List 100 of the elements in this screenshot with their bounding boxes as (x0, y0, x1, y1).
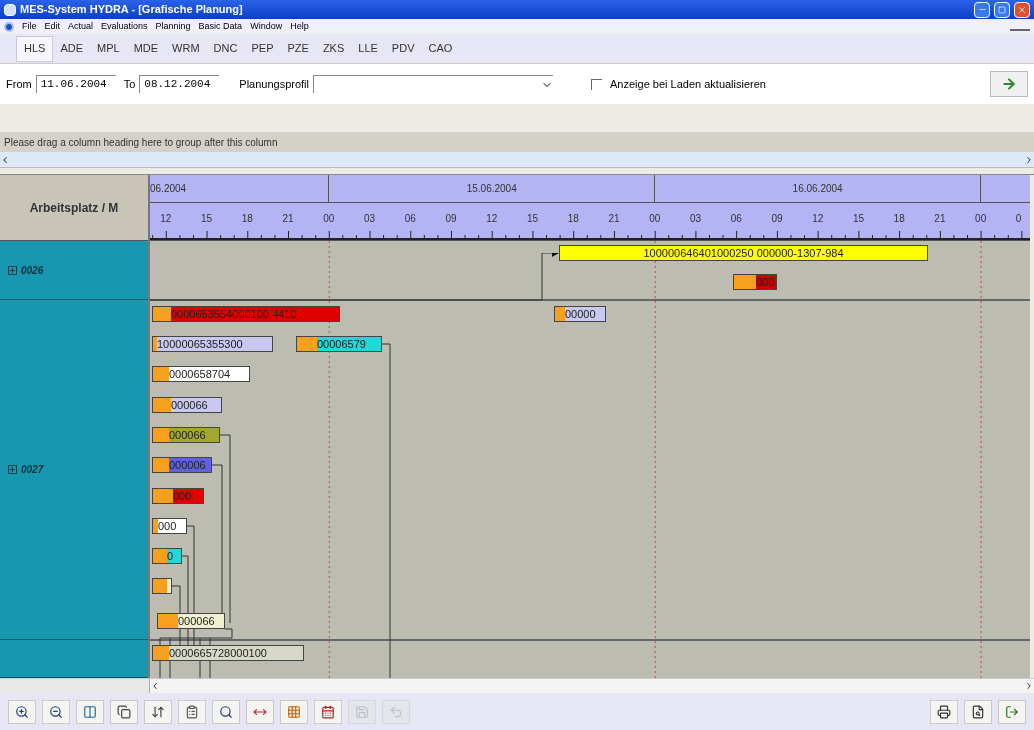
horizontal-scrollbar[interactable] (0, 152, 1034, 168)
task-bar[interactable]: 000066 (152, 397, 222, 413)
task-bar[interactable]: 10000065355300 (152, 336, 273, 352)
from-label: From (6, 76, 32, 92)
hour-label: 0 (1015, 212, 1022, 226)
module-tab[interactable]: ADE (53, 35, 91, 62)
properties-button[interactable] (178, 699, 206, 724)
module-tab[interactable]: ZKS (315, 35, 352, 62)
hour-label: 21 (282, 212, 294, 226)
hour-label: 03 (364, 212, 376, 226)
grid-button[interactable] (280, 699, 308, 724)
module-tab[interactable]: CAO (421, 35, 460, 62)
module-tab[interactable]: DNC (206, 35, 245, 62)
expand-icon[interactable] (8, 465, 17, 474)
task-bar[interactable]: 000066 (152, 427, 220, 443)
from-date-field[interactable]: 11.06.2004 (35, 75, 116, 93)
module-tab[interactable]: WRM (165, 35, 207, 62)
group-label: 0026 (21, 263, 44, 278)
print-icon (937, 704, 951, 719)
copy-button[interactable] (110, 699, 138, 724)
module-tab[interactable]: MPL (90, 35, 127, 62)
hour-label: 12 (812, 212, 824, 226)
hour-label: 15 (201, 212, 213, 226)
scroll-right-icon[interactable] (1024, 154, 1034, 165)
zoom-in-icon (15, 704, 29, 719)
menu-item[interactable]: Edit (44, 19, 61, 34)
task-bar[interactable]: 00000 (554, 306, 606, 322)
load-button[interactable] (990, 71, 1028, 97)
hour-label: 15 (526, 212, 539, 226)
calendar-icon (321, 704, 335, 719)
hour-label: 12 (486, 212, 498, 226)
zoom-out-button[interactable] (42, 699, 70, 724)
spread-button[interactable] (246, 699, 274, 724)
to-label: To (123, 76, 136, 92)
group-label: 0027 (21, 463, 44, 477)
hour-label: 21 (608, 212, 620, 226)
scroll-right-icon[interactable] (1024, 681, 1034, 691)
profile-dropdown[interactable] (313, 75, 553, 93)
task-bar[interactable]: 000 (152, 518, 187, 534)
task-bar[interactable]: 100000646401000250 000000-1307-984 (559, 245, 928, 261)
menu-item[interactable]: Window (250, 19, 283, 34)
scroll-left-icon[interactable] (0, 154, 10, 165)
search-button[interactable] (212, 699, 240, 724)
fit-button[interactable] (76, 699, 104, 724)
minimize-button[interactable] (974, 1, 990, 18)
menu-item[interactable]: Planning (155, 19, 191, 34)
exit-icon (1005, 704, 1019, 719)
module-tab[interactable]: LLE (351, 35, 385, 62)
hour-label: 06 (404, 212, 416, 226)
scroll-left-icon[interactable] (150, 681, 160, 691)
expand-icon[interactable] (8, 265, 17, 275)
calendar-button[interactable] (314, 699, 342, 724)
date-label: 15.06.2004 (466, 182, 517, 196)
module-tab[interactable]: MDE (126, 35, 166, 62)
group-panel: Please drag a column heading here to group after this column (0, 132, 1034, 152)
module-tab[interactable]: HLS (16, 35, 54, 62)
refresh-checkbox[interactable] (591, 78, 602, 90)
app-icon (4, 3, 16, 16)
menu-item[interactable]: Evaluations (101, 19, 148, 34)
close-icon (1017, 4, 1027, 15)
menu-item[interactable]: Actual (68, 19, 94, 34)
hour-label: 00 (323, 212, 335, 226)
task-bar[interactable]: 00006579 (296, 336, 382, 352)
task-bar[interactable]: 0 (152, 548, 182, 564)
task-bar[interactable]: 0000658704 (152, 366, 250, 382)
date-label: 16.06.2004 (792, 182, 843, 196)
hour-label: 03 (689, 212, 702, 226)
grid-icon (287, 704, 301, 719)
profile-label: Planungsprofil (239, 76, 309, 92)
task-bar[interactable]: 000066 (157, 613, 225, 629)
zoom-in-button[interactable] (8, 699, 36, 724)
move-button[interactable] (144, 699, 172, 724)
module-tab[interactable]: PZE (280, 35, 316, 62)
to-date-field[interactable]: 08.12.2004 (139, 75, 220, 93)
task-bar[interactable] (152, 578, 172, 594)
maximize-button[interactable] (994, 1, 1010, 18)
close-button[interactable] (1014, 1, 1030, 18)
menu-item[interactable]: Basic Data (198, 19, 243, 34)
timeline-scrollbar[interactable] (150, 679, 1034, 693)
hour-label: 09 (771, 212, 783, 226)
preview-button[interactable] (964, 699, 992, 724)
hour-label: 12 (160, 212, 172, 226)
preview-icon (971, 704, 985, 719)
menu-item[interactable]: File (22, 19, 37, 34)
column-header[interactable]: Arbeitsplatz / M (0, 175, 148, 241)
copy-icon (117, 704, 131, 719)
module-tab[interactable]: PEP (244, 35, 281, 62)
exit-button[interactable] (998, 699, 1026, 724)
fit-icon (83, 704, 97, 719)
module-tab[interactable]: PDV (384, 35, 422, 62)
move-icon (151, 704, 165, 719)
task-bar[interactable]: 0000665728000100 (152, 645, 304, 661)
window-title: MES-System HYDRA - [Grafische Planung] (20, 2, 244, 18)
maximize-icon (998, 5, 1006, 14)
left-scrollbar[interactable] (0, 679, 150, 693)
hour-label: 06 (730, 212, 742, 226)
hour-label: 18 (893, 212, 905, 226)
hour-label: 18 (567, 212, 579, 226)
print-button[interactable] (930, 699, 958, 724)
menu-item[interactable]: Help (290, 19, 309, 34)
